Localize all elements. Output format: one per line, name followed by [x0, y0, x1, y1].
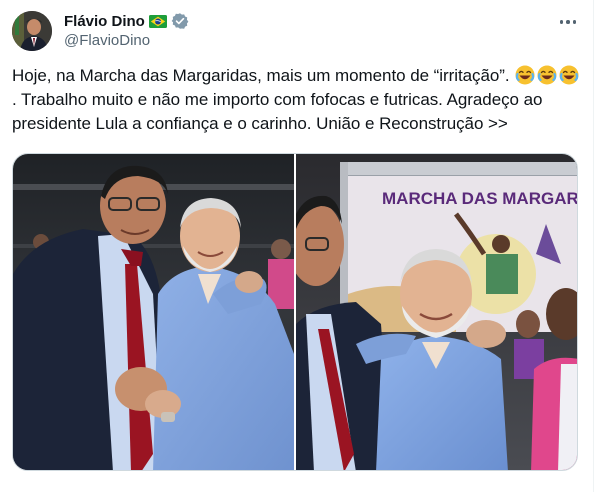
- photo-1[interactable]: [13, 154, 294, 470]
- author-name-row[interactable]: Flávio Dino: [64, 11, 189, 31]
- tweet-text-part1: Hoje, na Marcha das Margaridas, mais um …: [12, 66, 515, 85]
- tweet-text: Hoje, na Marcha das Margaridas, mais um …: [12, 64, 582, 136]
- laughing-emoji-icon: [515, 65, 535, 85]
- more-dot-icon: [559, 20, 564, 24]
- tweet-actions-bar: [12, 480, 582, 492]
- more-dot-icon: [566, 20, 570, 24]
- author-handle[interactable]: @FlavioDino: [64, 32, 150, 49]
- author-avatar[interactable]: [12, 11, 52, 51]
- author-display-name[interactable]: Flávio Dino: [64, 13, 145, 30]
- photo2-banner-text: MARCHA DAS MARGARI: [382, 189, 578, 208]
- tweet-card[interactable]: Flávio Dino @FlavioDino Hoje, na Marcha …: [0, 0, 599, 492]
- photo-2[interactable]: MARCHA DAS MARGARI: [296, 154, 578, 470]
- laughing-emoji-icon: [559, 65, 579, 85]
- brazil-flag-icon: [148, 14, 167, 28]
- timeline-border: [593, 0, 594, 492]
- more-dot-icon: [572, 20, 577, 24]
- tweet-text-part2: . Trabalho muito e não me importo com fo…: [12, 90, 543, 133]
- verified-badge-icon[interactable]: [171, 12, 189, 30]
- more-options-button[interactable]: [556, 12, 580, 32]
- tweet-media[interactable]: MARCHA DAS MARGARI: [12, 153, 578, 471]
- laughing-emoji-icon: [537, 65, 557, 85]
